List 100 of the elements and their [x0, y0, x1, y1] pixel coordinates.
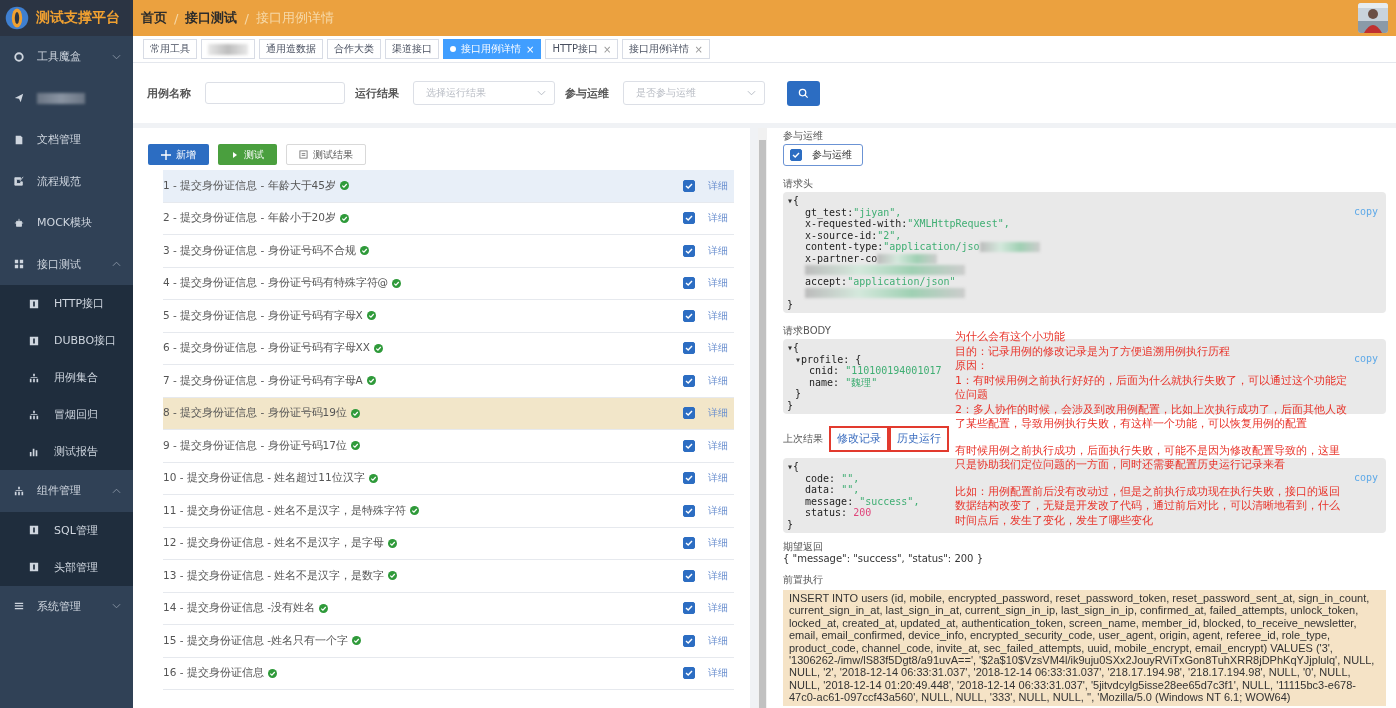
section-label: 请求BODY [783, 325, 831, 337]
detail-link[interactable]: 详细 [708, 568, 728, 583]
checkbox[interactable] [683, 212, 695, 225]
case-row[interactable]: 2 - 提交身份证信息 - 年龄小于20岁 详细 [163, 202, 734, 235]
case-row[interactable]: 16 - 提交身份证信息 详细 [163, 657, 734, 690]
tab[interactable]: 通用造数据 [259, 39, 323, 59]
checkbox[interactable] [683, 602, 695, 615]
checkbox[interactable] [683, 244, 695, 257]
detail-link[interactable]: 详细 [708, 503, 728, 518]
case-name: 8 - 提交身份证信息 - 身份证号码19位 [163, 406, 347, 421]
doc-icon [14, 134, 24, 145]
case-name: 4 - 提交身份证信息 - 身份证号码有特殊字符@ [163, 276, 389, 291]
case-row[interactable]: 14 - 提交身份证信息 -没有姓名 详细 [163, 592, 734, 625]
checkbox[interactable] [683, 407, 695, 420]
search-button[interactable] [787, 80, 820, 106]
submenu-item[interactable]: 测试报告 [0, 433, 133, 470]
submenu-item[interactable]: SQL管理 [0, 511, 133, 549]
annotation-note: 2：多人协作的时候，会涉及到改用例配置，比如上次执行成功了，后面其他人改了某些配置，导致用例执行失败，有这样一个功能，可以恢复用例的配置 [955, 402, 1347, 432]
card-icon [29, 298, 39, 309]
submenu-item[interactable]: 头部管理 [0, 548, 133, 586]
case-row[interactable]: 7 - 提交身份证信息 - 身份证号码有字母A 详细 [163, 365, 734, 398]
detail-link[interactable]: 详细 [708, 276, 728, 291]
checkbox[interactable] [683, 569, 695, 582]
breadcrumb-link[interactable]: 首页 [141, 9, 167, 27]
tab[interactable]: 接口用例详情 × [622, 39, 710, 59]
annotation-note: 原因： [955, 359, 989, 374]
section-label: 期望返回 [783, 541, 823, 553]
detail-link[interactable]: 详细 [708, 341, 728, 356]
detail-link[interactable]: 详细 [708, 601, 728, 616]
code-line: } [787, 399, 794, 411]
detail-link[interactable]: 详细 [708, 666, 728, 681]
code-line: x-source-id:"2", [805, 229, 902, 241]
case-row[interactable]: 6 - 提交身份证信息 - 身份证号码有字母XX 详细 [163, 332, 734, 365]
submenu-item[interactable]: 冒烟回归 [0, 396, 133, 433]
code-line: name: "魏理" [809, 376, 878, 388]
checkbox[interactable] [683, 667, 695, 680]
case-row[interactable]: 11 - 提交身份证信息 - 姓名不是汉字，是特殊字符 详细 [163, 495, 734, 528]
case-row[interactable]: 15 - 提交身份证信息 -姓名只有一个字 详细 [163, 625, 734, 658]
bug-icon [14, 217, 24, 228]
checkbox[interactable] [683, 277, 695, 290]
detail-link[interactable]: 详细 [708, 633, 728, 648]
code-line: gt_test:"jiyan", [805, 206, 902, 218]
detail-link[interactable]: 详细 [708, 536, 728, 551]
tab[interactable]: HTTP接口 × [545, 39, 619, 59]
tab[interactable]: 渠道接口 [385, 39, 439, 59]
case-row[interactable]: 13 - 提交身份证信息 - 姓名不是汉字，是数字 详细 [163, 560, 734, 593]
case-row[interactable]: 8 - 提交身份证信息 - 身份证号码19位 详细 [163, 397, 734, 430]
input-field[interactable] [205, 82, 345, 104]
menu-item[interactable]: 接口测试 [0, 243, 133, 285]
expected-value: { "message": "success", "status": 200 } [783, 553, 983, 564]
case-name: 16 - 提交身份证信息 [163, 666, 264, 681]
checkbox[interactable] [683, 439, 695, 452]
detail-link[interactable]: 详细 [708, 308, 728, 323]
checkbox[interactable] [683, 374, 695, 387]
case-row[interactable]: 3 - 提交身份证信息 - 身份证号码不合规 详细 [163, 235, 734, 268]
checkbox[interactable] [683, 504, 695, 517]
checkbox[interactable] [683, 537, 695, 550]
breadcrumb-link[interactable]: 接口测试 [185, 9, 238, 27]
submenu-item[interactable]: HTTP接口 [0, 285, 133, 322]
case-row[interactable]: 4 - 提交身份证信息 - 身份证号码有特殊字符@ 详细 [163, 267, 734, 300]
checkbox[interactable] [683, 309, 695, 322]
detail-link[interactable]: 详细 [708, 471, 728, 486]
document-icon [299, 150, 308, 159]
detail-link[interactable]: 详细 [708, 438, 728, 453]
detail-link[interactable]: 详细 [708, 211, 728, 226]
scrollbar[interactable] [758, 128, 767, 708]
menu-item[interactable]: 流程规范 [0, 160, 133, 202]
menu-item[interactable]: 工具魔盒 [0, 36, 133, 78]
checkbox[interactable] [683, 342, 695, 355]
menu-item[interactable]: MOCK模块 [0, 202, 133, 244]
case-row[interactable]: 5 - 提交身份证信息 - 身份证号码有字母X 详细 [163, 300, 734, 333]
code-line: accept:"application/json" [805, 275, 956, 287]
filter-label: 参与运维 [565, 85, 609, 101]
menu-item[interactable]: 组件管理 [0, 470, 133, 512]
submenu-item[interactable]: DUBBO接口 [0, 322, 133, 359]
checkbox[interactable] [683, 472, 695, 485]
result-button[interactable]: 测试结果 [286, 144, 366, 165]
case-row[interactable]: 12 - 提交身份证信息 - 姓名不是汉字，是字母 详细 [163, 527, 734, 560]
annotation-note: 有时候用例之前执行成功，后面执行失败，可能不是因为修改配置导致的，这里只是协助我们定位问题的一方面，同时还需要配置历史运行记录来看 [955, 443, 1341, 473]
menu-item[interactable]: 系统管理 [0, 585, 133, 627]
detail-link[interactable]: 详细 [708, 373, 728, 388]
submenu-item[interactable]: 用例集合 [0, 359, 133, 396]
case-row[interactable]: 1 - 提交身份证信息 - 年龄大于45岁 详细 [163, 170, 734, 203]
ops-checkbox[interactable]: 参与运维 [783, 144, 863, 166]
breadcrumb-separator: / [174, 10, 179, 26]
tab[interactable]: 合作大类 [327, 39, 381, 59]
plane-icon [14, 93, 24, 104]
menu-item[interactable]: 文档管理 [0, 119, 133, 161]
add-button[interactable]: 新增 [148, 144, 209, 165]
case-row[interactable]: 10 - 提交身份证信息 - 姓名超过11位汉字 详细 [163, 462, 734, 495]
edit-icon [14, 176, 24, 187]
chevron-icon [747, 90, 756, 96]
checkbox[interactable] [683, 179, 695, 192]
checkbox[interactable] [683, 634, 695, 647]
tab-link[interactable]: 历史运行 [889, 426, 949, 452]
tab[interactable]: 常用工具 [143, 39, 197, 59]
case-row[interactable]: 9 - 提交身份证信息 - 身份证号码17位 详细 [163, 430, 734, 463]
tab-link[interactable]: 修改记录 [829, 426, 889, 452]
detail-link[interactable]: 详细 [708, 243, 728, 258]
code-line: ▾profile: { [795, 353, 862, 365]
